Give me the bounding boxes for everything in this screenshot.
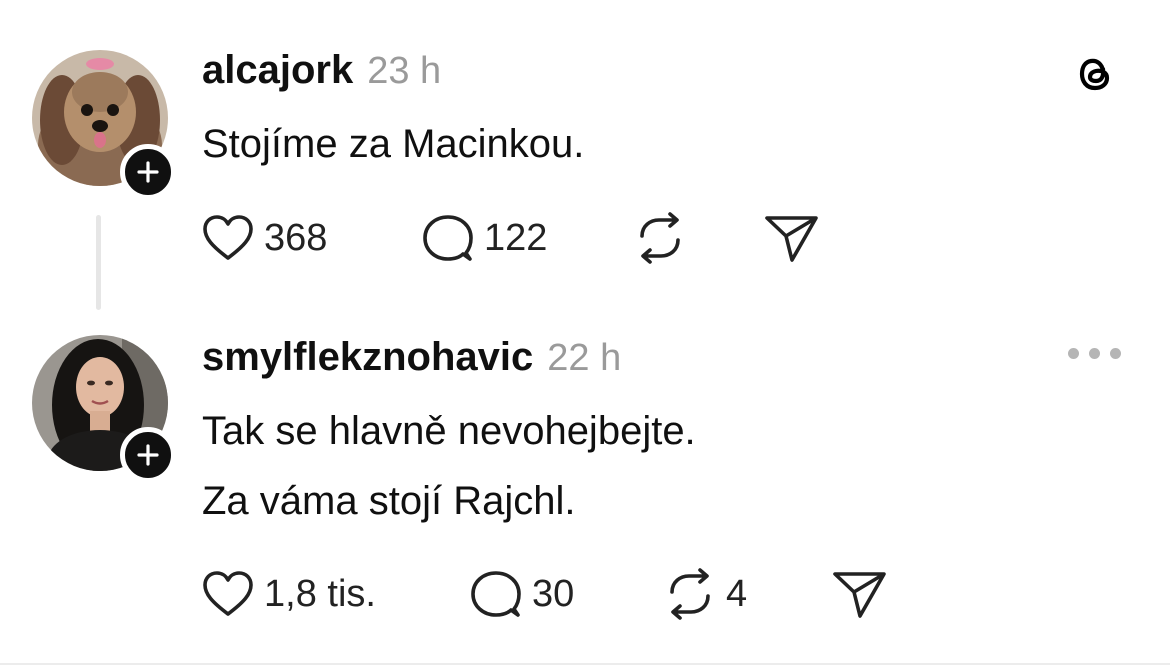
speech-bubble-icon [423, 215, 473, 261]
divider [0, 663, 1170, 665]
thread-connector-line [96, 215, 101, 310]
post-timestamp: 22 h [547, 337, 622, 379]
like-button[interactable]: 1,8 tis. [202, 564, 376, 624]
like-button[interactable]: 368 [202, 208, 327, 268]
reply-count: 30 [532, 572, 575, 615]
send-icon [765, 216, 818, 262]
username[interactable]: smylflekznohavic [202, 335, 533, 380]
post-text-line: Tak se hlavně nevohejbejte. [202, 409, 696, 453]
follow-button[interactable] [120, 144, 176, 200]
post-timestamp: 23 h [367, 50, 442, 92]
thread-post: alcajork 23 h Stojíme za Macinkou. 368 1… [0, 0, 1170, 330]
dot [1110, 348, 1121, 359]
heart-icon [203, 571, 253, 616]
post-text: Stojíme za Macinkou. [202, 122, 585, 166]
dot [1068, 348, 1079, 359]
post-text-line: Za váma stojí Rajchl. [202, 479, 576, 523]
speech-bubble-icon [471, 571, 521, 617]
repost-count: 4 [726, 572, 748, 615]
plus-icon [137, 444, 159, 466]
repost-button[interactable] [634, 208, 686, 268]
thread-post: smylflekznohavic 22 h Tak se hlavně nevo… [0, 330, 1170, 660]
post-header: alcajork 23 h [202, 48, 441, 93]
post-actions: 1,8 tis. 30 4 [202, 564, 1002, 624]
reply-button[interactable]: 30 [470, 564, 574, 624]
reply-count: 122 [484, 216, 548, 259]
post-header: smylflekznohavic 22 h [202, 335, 621, 380]
share-button[interactable] [832, 564, 888, 624]
repost-icon [640, 212, 680, 264]
plus-icon [137, 161, 159, 183]
share-button[interactable] [764, 208, 820, 268]
threads-logo[interactable] [1070, 50, 1118, 98]
dot [1089, 348, 1100, 359]
username[interactable]: alcajork [202, 48, 353, 93]
repost-icon [670, 568, 710, 620]
send-icon [833, 572, 886, 618]
like-count: 1,8 tis. [264, 572, 376, 615]
post-actions: 368 122 [202, 208, 1002, 268]
reply-button[interactable]: 122 [422, 208, 547, 268]
heart-icon [203, 215, 253, 260]
like-count: 368 [264, 216, 328, 259]
follow-button[interactable] [120, 427, 176, 483]
repost-button[interactable]: 4 [664, 564, 747, 624]
more-dots-icon[interactable] [1068, 348, 1124, 360]
